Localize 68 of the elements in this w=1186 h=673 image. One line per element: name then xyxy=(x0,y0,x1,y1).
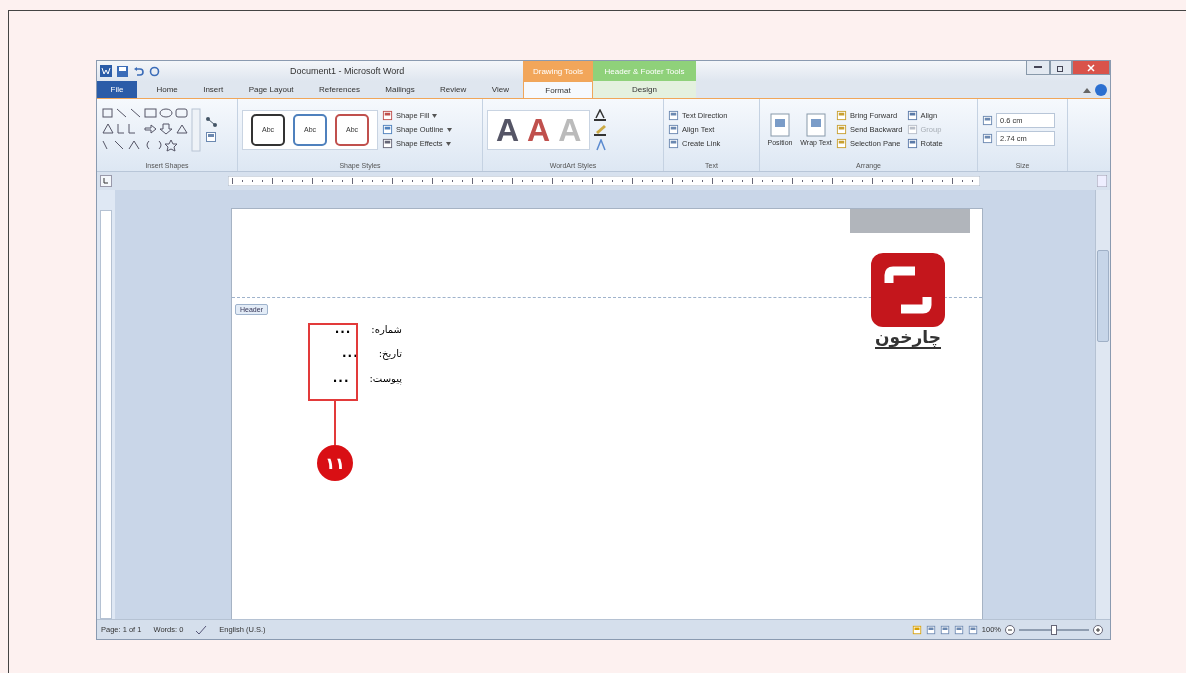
field-label: شماره: xyxy=(371,324,402,335)
command-icon[interactable] xyxy=(906,138,918,149)
edit-shape-icon[interactable] xyxy=(205,116,219,128)
view-mode-icon[interactable] xyxy=(953,624,964,635)
command-icon[interactable] xyxy=(906,110,918,121)
ribbon-tab[interactable]: References xyxy=(313,81,366,98)
ribbon-tab[interactable]: Review xyxy=(434,81,473,98)
ribbon-tab[interactable]: Mailings xyxy=(379,81,421,98)
restore-icon xyxy=(1057,63,1065,72)
logo-text: چارخون xyxy=(875,327,941,349)
close-button[interactable] xyxy=(1072,61,1110,75)
command-icon[interactable] xyxy=(382,138,393,149)
field-label: تاریخ: xyxy=(378,348,402,360)
caret-icon[interactable] xyxy=(432,113,438,118)
logo-icon xyxy=(871,253,945,327)
ribbon-tab[interactable]: Home xyxy=(150,81,184,98)
zoom-thumb[interactable] xyxy=(1051,624,1057,635)
shapes-gallery-icon[interactable] xyxy=(101,106,201,153)
field-label: پیوست: xyxy=(369,372,402,384)
help-icon[interactable] xyxy=(1095,83,1107,96)
minimize-icon xyxy=(1034,66,1042,69)
restore-button[interactable] xyxy=(1050,61,1072,75)
width-icon[interactable] xyxy=(982,133,993,144)
vertical-scrollbar[interactable] xyxy=(1095,190,1110,619)
proofing-icon[interactable] xyxy=(195,624,208,635)
text-fill-icon[interactable] xyxy=(594,108,609,121)
minimize-ribbon-icon[interactable] xyxy=(1083,86,1091,93)
app-icon[interactable] xyxy=(100,65,112,77)
wordart-gallery[interactable]: A A A xyxy=(487,109,591,150)
command-icon[interactable] xyxy=(668,110,679,121)
text-outline-icon[interactable] xyxy=(594,123,609,136)
callout-badge: ۱۱ xyxy=(317,445,353,481)
command-icon[interactable] xyxy=(836,124,847,135)
minimize-button[interactable] xyxy=(1026,61,1050,75)
command-icon[interactable] xyxy=(668,138,679,149)
view-mode-icon[interactable] xyxy=(911,624,922,635)
command-icon[interactable] xyxy=(382,110,393,121)
command-icon[interactable] xyxy=(382,124,393,135)
ribbon-tab[interactable]: Format xyxy=(523,81,593,98)
close-icon xyxy=(1087,63,1095,72)
ribbon-tab[interactable]: View xyxy=(485,81,515,98)
zoom-out-icon[interactable] xyxy=(1005,624,1015,635)
field-value: ... xyxy=(332,370,350,386)
view-mode-icon[interactable] xyxy=(939,624,950,635)
text-box-icon[interactable] xyxy=(205,131,217,143)
leader-line xyxy=(334,401,336,445)
context-tab-header: Header & Footer Tools xyxy=(593,61,696,81)
height-icon[interactable] xyxy=(982,115,993,126)
ribbon-tab[interactable]: Insert xyxy=(197,81,230,98)
view-mode-icon[interactable] xyxy=(967,624,978,635)
wordart-sample[interactable]: A xyxy=(496,113,520,146)
caret-icon[interactable] xyxy=(445,141,451,146)
wordart-sample[interactable]: A xyxy=(527,113,551,146)
undo-icon[interactable] xyxy=(133,65,144,77)
field-value: ... xyxy=(334,322,352,337)
command-icon[interactable] xyxy=(668,124,679,135)
caret-icon[interactable] xyxy=(446,127,452,132)
command-icon[interactable] xyxy=(836,138,847,149)
context-tab-header: Drawing Tools xyxy=(523,61,593,81)
view-mode-icon[interactable] xyxy=(925,624,936,635)
ribbon-tab[interactable]: Design xyxy=(593,81,696,98)
file-tab[interactable]: File xyxy=(97,81,137,98)
command-icon[interactable] xyxy=(836,110,847,121)
zoom-in-icon[interactable] xyxy=(1093,624,1103,635)
ribbon-tab[interactable]: Page Layout xyxy=(242,81,300,98)
tab-selector-icon[interactable] xyxy=(100,175,112,187)
save-icon[interactable] xyxy=(117,65,128,77)
window-title: Document1 - Microsoft Word xyxy=(290,66,405,76)
